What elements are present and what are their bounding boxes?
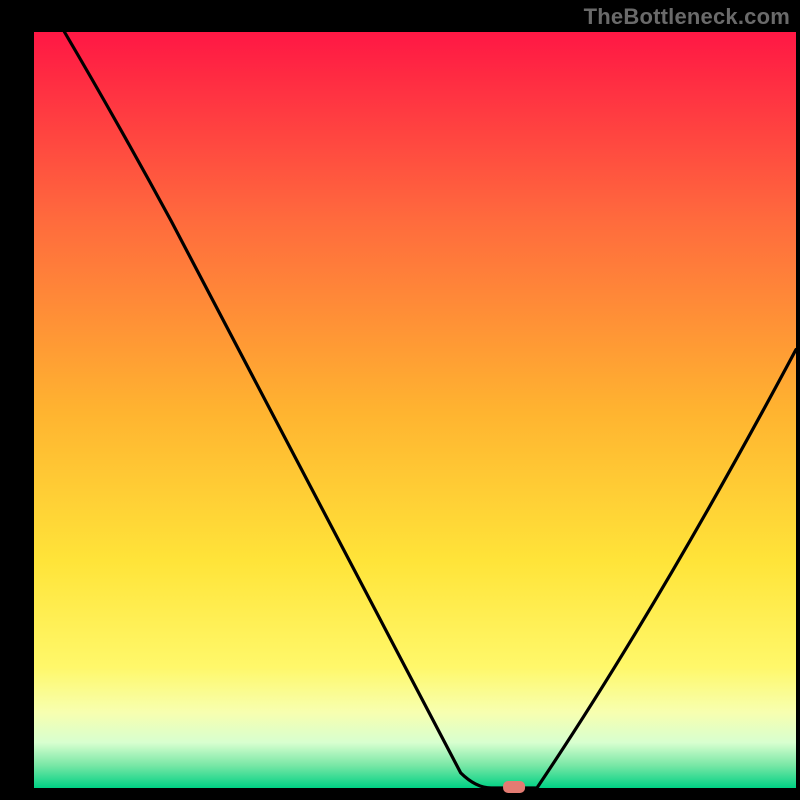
bottleneck-chart: TheBottleneck.com (0, 0, 800, 800)
optimal-marker (503, 781, 525, 793)
chart-svg (0, 0, 800, 800)
plot-area (34, 32, 796, 788)
watermark-text: TheBottleneck.com (584, 4, 790, 30)
